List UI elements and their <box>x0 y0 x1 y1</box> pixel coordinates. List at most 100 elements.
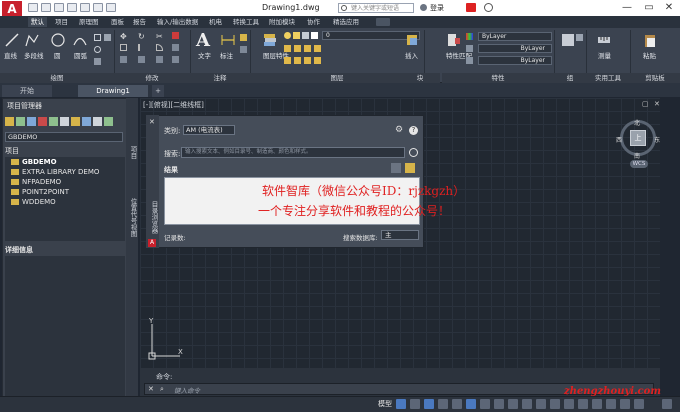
tab-drawing1[interactable]: Drawing1 <box>78 85 148 97</box>
rotate-icon[interactable]: ↻ <box>138 32 145 41</box>
leader-icon[interactable] <box>240 34 247 41</box>
command-close-icon[interactable]: ✕ <box>148 385 156 393</box>
selection-cycling-icon[interactable] <box>508 399 518 409</box>
layer-lock-icon[interactable] <box>302 32 309 39</box>
publish-icon[interactable] <box>104 117 113 126</box>
results-options-icon[interactable] <box>391 163 401 173</box>
mirror-icon[interactable] <box>138 44 145 51</box>
customization-icon[interactable] <box>662 399 672 409</box>
isolate-objects-icon[interactable] <box>606 399 616 409</box>
compass-west[interactable]: 西 <box>616 135 622 144</box>
match-properties-icon[interactable] <box>446 32 462 48</box>
help-icon[interactable]: ? <box>409 126 418 135</box>
tree-item[interactable]: POINT2POINT <box>5 187 125 197</box>
tab-conversion-tools[interactable]: 转换工具 <box>230 17 262 27</box>
side-tab-project[interactable]: 项目 <box>128 146 138 159</box>
layer-unisolate-icon[interactable] <box>314 45 321 52</box>
viewcube-top-face[interactable]: 上 <box>630 130 646 146</box>
group-icon[interactable] <box>562 34 574 46</box>
snap-icon[interactable] <box>410 399 420 409</box>
tree-item[interactable]: EXTRA LIBRARY DEMO <box>5 167 125 177</box>
viewport-controls[interactable]: [-][俯视][二维线框] <box>143 100 204 110</box>
layer-match-icon[interactable] <box>284 45 291 52</box>
circle-icon[interactable] <box>50 32 66 48</box>
hardware-acceleration-icon[interactable] <box>620 399 630 409</box>
search-icon[interactable] <box>409 148 418 157</box>
tree-item[interactable]: NFPADEMO <box>5 177 125 187</box>
annotation-monitor-icon[interactable] <box>550 399 560 409</box>
polyline-icon[interactable] <box>24 32 40 48</box>
tab-project[interactable]: 项目 <box>52 17 71 27</box>
tab-electromechanical[interactable]: 机电 <box>206 17 225 27</box>
tab-reports[interactable]: 报告 <box>130 17 149 27</box>
insert-block-icon[interactable] <box>404 32 420 48</box>
object-snap-icon[interactable] <box>466 399 476 409</box>
group-panel-title[interactable]: 组 <box>554 73 586 83</box>
clipboard-panel-title[interactable]: 剪贴板 <box>630 73 680 83</box>
compass-east[interactable]: 东 <box>654 135 660 144</box>
tab-panel[interactable]: 面板 <box>108 17 127 27</box>
utilities-panel-title[interactable]: 实用工具 <box>586 73 630 83</box>
tab-collaborate[interactable]: 协作 <box>304 17 323 27</box>
quick-properties-icon[interactable] <box>578 399 588 409</box>
tab-import-export[interactable]: 输入/输出数据 <box>154 17 201 27</box>
layer-properties-icon[interactable] <box>262 32 278 48</box>
scale-icon[interactable] <box>138 56 145 63</box>
wcs-menu[interactable]: WCS <box>630 160 648 168</box>
modify-panel-title[interactable]: 修改 <box>114 73 190 83</box>
side-tab-location-view[interactable]: 位置代号视图 <box>128 198 138 237</box>
viewport-maximize-icon[interactable]: ▢ <box>642 100 650 108</box>
text-icon[interactable]: A <box>196 30 210 51</box>
help-icon[interactable] <box>484 3 493 12</box>
annotation-panel-title[interactable]: 注释 <box>190 73 250 83</box>
tab-schematic[interactable]: 原理图 <box>76 17 102 27</box>
ungroup-icon[interactable] <box>576 34 583 41</box>
project-select[interactable]: GBDEMO <box>5 132 123 142</box>
autodesk-app-store-icon[interactable] <box>466 3 476 12</box>
layer-off-icon[interactable] <box>284 57 291 64</box>
settings-icon[interactable]: ⚙ <box>395 126 404 135</box>
tree-item[interactable]: WDDEMO <box>5 197 125 207</box>
tab-addins[interactable]: 附加模块 <box>266 17 298 27</box>
color-dropdown[interactable]: ByLayer <box>478 32 552 41</box>
catalog-search-input[interactable]: 输入搜索文本、例如目录号、制造商、颜色和样式。 <box>181 147 405 158</box>
plot-icon[interactable] <box>93 117 102 126</box>
isodraft-icon[interactable] <box>452 399 462 409</box>
offset-icon[interactable] <box>172 56 179 63</box>
save-as-icon[interactable] <box>67 3 77 12</box>
minimize-button[interactable]: — <box>616 0 638 16</box>
fillet-icon[interactable] <box>156 44 163 51</box>
keyword-search-input[interactable]: 键入关键字或短语 <box>338 3 414 13</box>
array-icon[interactable] <box>156 56 163 63</box>
block-panel-title[interactable]: 块 <box>400 73 440 83</box>
move-icon[interactable]: ✥ <box>120 32 127 41</box>
lineweight-icon[interactable] <box>466 57 473 64</box>
layer-isolate-icon[interactable] <box>304 45 311 52</box>
ellipse-icon[interactable] <box>94 46 101 53</box>
line-icon[interactable] <box>4 32 20 48</box>
grid-icon[interactable] <box>396 399 406 409</box>
polar-tracking-icon[interactable] <box>438 399 448 409</box>
layer-freeze-icon[interactable] <box>293 32 300 39</box>
draw-more-icon[interactable] <box>104 34 111 41</box>
color-wheel-icon[interactable] <box>466 33 473 40</box>
transparency-icon[interactable] <box>494 399 504 409</box>
refresh-icon[interactable] <box>38 117 47 126</box>
print-icon[interactable] <box>80 3 90 12</box>
close-button[interactable]: ✕ <box>658 0 680 16</box>
units-icon[interactable] <box>564 399 574 409</box>
draw-panel-title[interactable]: 绘图 <box>0 73 114 83</box>
dimension-icon[interactable] <box>220 32 236 48</box>
dialog-close-icon[interactable]: ✕ <box>149 118 155 126</box>
new-icon[interactable] <box>28 3 38 12</box>
layer-panel-title[interactable]: 图层 <box>250 73 424 83</box>
arc-icon[interactable] <box>72 32 88 48</box>
workspace-switch-icon[interactable] <box>536 399 546 409</box>
open-icon[interactable] <box>41 3 51 12</box>
rectangle-icon[interactable] <box>94 34 101 41</box>
layer-walk-icon[interactable] <box>304 57 311 64</box>
layer-thaw-icon[interactable] <box>294 57 301 64</box>
table-icon[interactable] <box>240 46 247 53</box>
model-space-button[interactable]: 模型 <box>378 399 392 409</box>
explode-icon[interactable] <box>172 44 179 51</box>
